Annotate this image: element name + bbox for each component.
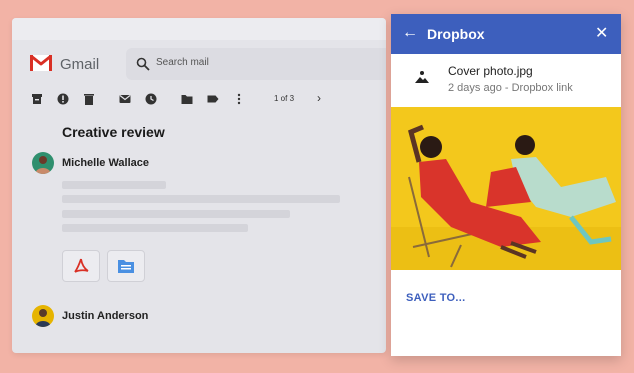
delete-icon[interactable] — [82, 92, 96, 106]
message-line — [62, 210, 290, 218]
message-line — [62, 224, 248, 232]
archive-icon[interactable] — [30, 92, 44, 106]
avatar[interactable] — [32, 305, 54, 327]
search-icon[interactable] — [136, 57, 150, 71]
file-name[interactable]: Cover photo.jpg — [448, 64, 533, 78]
attachment-folder[interactable] — [107, 250, 145, 282]
pagination-text: 1 of 3 — [274, 94, 295, 103]
email-subject: Creative review — [62, 124, 165, 140]
search-input[interactable]: Search mail — [156, 57, 209, 68]
window-titlebar — [12, 18, 386, 40]
more-icon[interactable] — [232, 92, 246, 106]
folder-icon — [118, 260, 134, 273]
label-icon[interactable] — [206, 92, 220, 106]
search-bar[interactable]: Search mail — [126, 48, 386, 80]
mail-toolbar: 1 of 3 › — [12, 90, 386, 110]
snooze-icon[interactable] — [144, 92, 158, 106]
dropbox-header: ← Dropbox ✕ — [391, 14, 621, 54]
avatar[interactable] — [32, 152, 54, 174]
close-icon[interactable]: ✕ — [595, 23, 608, 43]
photo-preview[interactable] — [391, 107, 621, 270]
sender-name[interactable]: Michelle Wallace — [62, 157, 149, 169]
sender-name[interactable]: Justin Anderson — [62, 310, 148, 322]
attachment-pdf[interactable] — [62, 250, 100, 282]
mark-unread-icon[interactable] — [118, 92, 132, 106]
dropbox-panel: ← Dropbox ✕ Cover photo.jpg 2 days ago -… — [391, 14, 621, 356]
file-meta: 2 days ago - Dropbox link — [448, 82, 573, 94]
save-to-button[interactable]: SAVE TO... — [406, 292, 465, 304]
panel-title: Dropbox — [427, 26, 485, 42]
gmail-logo-icon[interactable] — [30, 54, 52, 72]
message-line — [62, 195, 340, 203]
back-arrow-icon[interactable]: ← — [402, 24, 418, 42]
gmail-header: Gmail Search mail — [12, 44, 386, 84]
gmail-logo-text: Gmail — [60, 56, 100, 73]
image-file-icon — [415, 71, 429, 83]
move-to-icon[interactable] — [180, 92, 194, 106]
pdf-icon — [74, 258, 89, 273]
message-line — [62, 181, 166, 189]
chevron-right-icon[interactable]: › — [317, 91, 321, 105]
gmail-window: Gmail Search mail 1 of 3 › Creative revi… — [12, 18, 386, 353]
report-spam-icon[interactable] — [56, 92, 70, 106]
